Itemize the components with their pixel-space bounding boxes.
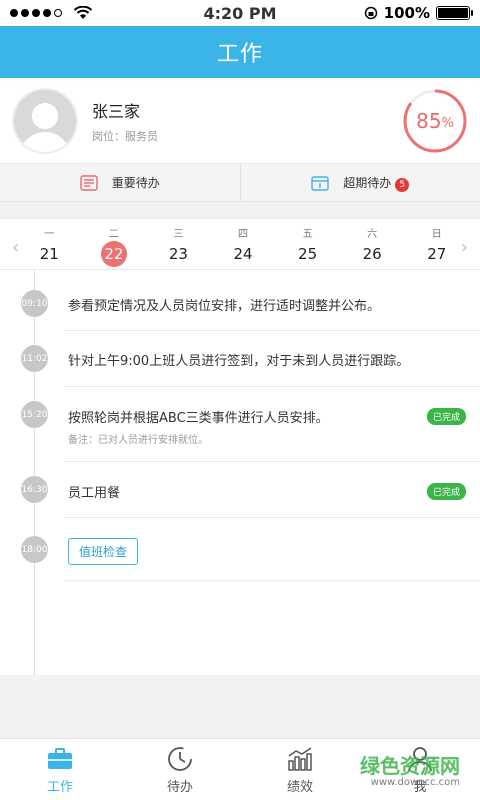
week-calendar: ‹ 一 21 二 22 三 23 四 24 五 25 六 26 日 27 › <box>0 218 480 270</box>
task-text[interactable]: 员工用餐 <box>68 482 120 501</box>
important-todo-tab[interactable]: 重要待办 <box>0 164 240 201</box>
user-name: 张三家 <box>92 101 141 121</box>
overdue-count-badge: 5 <box>395 177 410 192</box>
bar-chart-icon <box>288 746 312 771</box>
task-text[interactable]: 参看预定情况及人员岗位安排，进行适时调整并公布。 <box>68 295 380 314</box>
overdue-todo-tab[interactable]: 超期待办 5 <box>239 164 480 201</box>
page-title: 工作 <box>0 26 480 78</box>
schedule-timeline: 09:10 参看预定情况及人员岗位安排，进行适时调整并公布。 11:02 针对上… <box>0 270 480 675</box>
battery-icon <box>436 6 473 20</box>
day-wed[interactable]: 三 23 <box>146 219 211 267</box>
calendar-icon <box>311 175 329 191</box>
briefcase-icon <box>48 747 72 769</box>
task-note: 备注：已对人员进行安排就位。 <box>68 435 208 446</box>
day-sat[interactable]: 六 26 <box>340 219 405 267</box>
status-bar: 100% <box>0 0 480 26</box>
day-sun[interactable]: 日 27 <box>404 219 469 267</box>
task-text[interactable]: 针对上午9:00上班人员进行签到，对于未到人员进行跟踪。 <box>68 350 409 369</box>
status-badge: 已完成 <box>426 483 466 500</box>
day-tue[interactable]: 二 22 <box>82 219 147 267</box>
task-text[interactable]: 按照轮岗并根据ABC三类事件进行人员安排。 <box>68 407 329 426</box>
day-thu[interactable]: 四 24 <box>211 219 276 267</box>
progress-value: 85% <box>416 109 454 133</box>
time-marker: 11:02 <box>21 345 48 372</box>
day-mon[interactable]: 一 21 <box>17 219 82 267</box>
time-marker: 09:10 <box>21 290 48 317</box>
list-icon <box>80 174 98 191</box>
tab-performance[interactable]: 绩效 <box>240 739 360 800</box>
time-marker: 18:00 <box>21 536 48 563</box>
tab-todo[interactable]: 待办 <box>120 739 240 800</box>
clock-icon <box>168 746 192 771</box>
time-marker: 16:30 <box>21 476 48 503</box>
important-todo-label: 重要待办 <box>111 176 160 190</box>
chevron-right-icon[interactable]: › <box>461 237 468 258</box>
time-marker: 15:20 <box>21 401 48 428</box>
avatar[interactable] <box>12 87 78 154</box>
tab-work[interactable]: 工作 <box>0 739 120 800</box>
rotation-lock-icon <box>364 6 377 20</box>
day-fri[interactable]: 五 25 <box>275 219 340 267</box>
profile-card[interactable]: 张三家 岗位：服务员 85% <box>0 78 480 164</box>
user-role: 岗位：服务员 <box>92 129 158 143</box>
duty-check-button[interactable]: 值班检查 <box>68 538 139 565</box>
tab-performance-label: 绩效 <box>286 779 313 795</box>
watermark: 绿色资源网 www.downcc.com <box>360 754 460 788</box>
status-badge: 已完成 <box>426 408 466 425</box>
battery-percent: 100% <box>383 4 430 22</box>
signal-strength <box>10 6 93 20</box>
overdue-todo-label: 超期待办 <box>343 175 392 190</box>
tab-work-label: 工作 <box>46 779 73 795</box>
tab-todo-label: 待办 <box>166 779 193 795</box>
wifi-icon <box>73 6 93 19</box>
